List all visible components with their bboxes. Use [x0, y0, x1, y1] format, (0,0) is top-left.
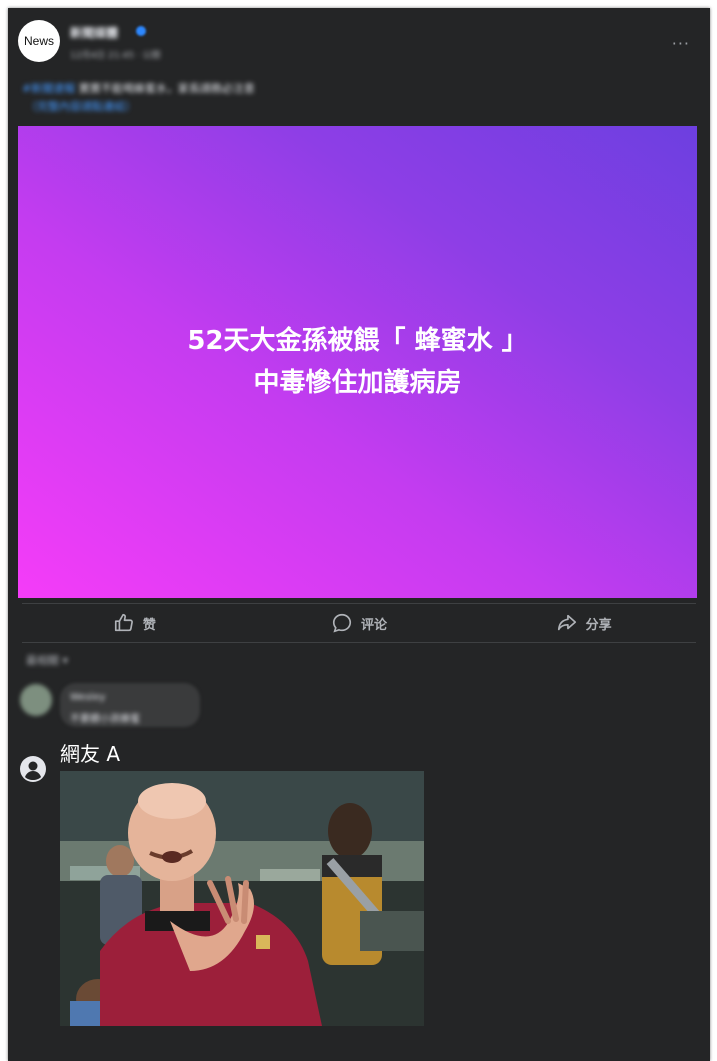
post-timestamp[interactable]: 12月4日 21:45 · 公開 — [70, 48, 161, 61]
page-avatar[interactable]: News — [18, 20, 60, 62]
comment-icon — [332, 613, 352, 633]
page-avatar-label: News — [23, 34, 54, 48]
post-image-banner[interactable]: 52天大金孫被餵「 蜂蜜水 」 中毒慘住加護病房 — [18, 126, 697, 598]
comment-label: 评论 — [361, 617, 388, 633]
divider — [22, 642, 696, 643]
caption-hashtag[interactable]: #新聞速報 — [22, 82, 75, 95]
meme-illustration — [60, 771, 424, 1026]
like-button[interactable]: 赞 — [22, 606, 247, 640]
comment-sort-dropdown[interactable]: 最相關 ▾ — [26, 652, 68, 668]
comment-text: 不要餵小孩蜂蜜 — [70, 714, 140, 725]
banner-headline-line1: 52天大金孫被餵「 蜂蜜水 」 — [187, 326, 528, 356]
comment-button[interactable]: 评论 — [247, 606, 472, 640]
share-label: 分享 — [585, 617, 612, 633]
like-label: 赞 — [142, 617, 156, 633]
user-avatar-icon[interactable] — [20, 756, 46, 782]
commenter-avatar[interactable] — [20, 684, 52, 716]
caption-link[interactable]: （完整內容請點連結） — [26, 98, 136, 114]
post-header: News 新聞媒體 12月4日 21:45 · 公開 ··· #新聞速報 寶寶不… — [8, 8, 710, 118]
share-button[interactable]: 分享 — [471, 606, 696, 640]
post-caption: #新聞速報 寶寶不能喝蜂蜜水，家長請務必注意 — [22, 80, 255, 96]
meme-image[interactable] — [60, 771, 424, 1026]
verified-icon — [136, 26, 146, 36]
page-name[interactable]: 新聞媒體 — [70, 24, 118, 41]
banner-headline-line2: 中毒慘住加護病房 — [253, 368, 462, 398]
action-bar: 赞 评论 分享 — [22, 606, 696, 640]
share-icon — [557, 614, 576, 631]
more-options-icon[interactable]: ··· — [672, 34, 690, 53]
caption-text: 寶寶不能喝蜂蜜水，家長請務必注意 — [78, 82, 255, 95]
commenter-name[interactable]: Wesley — [70, 692, 106, 703]
divider — [22, 603, 696, 604]
thumbs-up-icon — [114, 613, 133, 632]
reply-username[interactable]: 網友 A — [60, 738, 120, 767]
post-card: News 新聞媒體 12月4日 21:45 · 公開 ··· #新聞速報 寶寶不… — [8, 8, 710, 1061]
